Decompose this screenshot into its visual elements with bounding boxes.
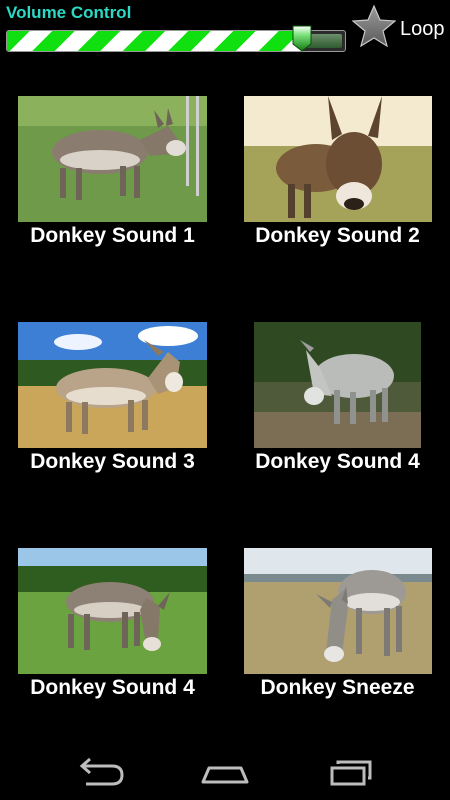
back-button[interactable] xyxy=(70,752,130,792)
loop-button[interactable]: Loop xyxy=(352,4,450,52)
volume-control-bar: Volume Control Loop xyxy=(0,0,450,66)
home-button[interactable] xyxy=(195,752,255,792)
sound-label: Donkey Sound 2 xyxy=(255,224,420,247)
sound-tile-2[interactable]: Donkey Sound 2 xyxy=(225,92,450,292)
donkey-photo-4[interactable] xyxy=(254,322,421,448)
sound-tile-4[interactable]: Donkey Sound 4 xyxy=(225,318,450,518)
donkey-photo-3[interactable] xyxy=(18,322,207,448)
home-icon xyxy=(201,766,249,784)
sound-tile-1[interactable]: Donkey Sound 1 xyxy=(0,92,225,292)
donkey-photo-6[interactable] xyxy=(244,548,432,674)
sound-label: Donkey Sound 1 xyxy=(30,224,195,247)
donkey-photo-2[interactable] xyxy=(244,96,432,222)
loop-label: Loop xyxy=(400,18,445,40)
volume-title: Volume Control xyxy=(6,3,132,22)
sound-label: Donkey Sound 3 xyxy=(30,450,195,473)
donkey-photo-5[interactable] xyxy=(18,548,207,674)
sound-label: Donkey Sneeze xyxy=(260,676,415,699)
sound-label: Donkey Sound 4 xyxy=(30,676,195,699)
sound-tile-6[interactable]: Donkey Sneeze xyxy=(225,544,450,744)
sound-label: Donkey Sound 4 xyxy=(255,450,420,473)
recent-apps-button[interactable] xyxy=(322,752,382,792)
donkey-photo-1[interactable] xyxy=(18,96,207,222)
recent-apps-icon xyxy=(330,760,372,786)
sound-tile-5[interactable]: Donkey Sound 4 xyxy=(0,544,225,744)
volume-slider-fill xyxy=(7,31,303,51)
volume-slider-thumb[interactable] xyxy=(291,24,313,52)
sound-tile-3[interactable]: Donkey Sound 3 xyxy=(0,318,225,518)
back-icon xyxy=(79,757,124,786)
system-nav-bar xyxy=(0,742,450,800)
star-icon xyxy=(352,4,396,48)
